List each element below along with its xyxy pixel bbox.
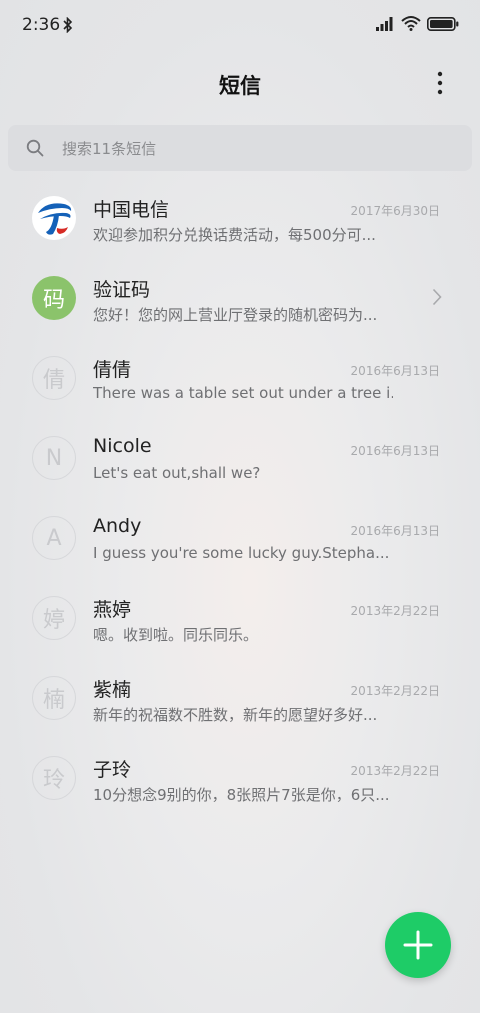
status-time: 2:36 [22,15,61,35]
avatar: 婷 [32,596,76,640]
contact-name: 中国电信 [93,199,170,221]
conversation-item[interactable]: 中国电信 2017年6月30日 欢迎参加积分兑换话费活动，每500分可... [0,178,480,258]
more-vert-icon[interactable] [430,70,450,96]
bluetooth-icon [63,17,73,33]
search-icon [26,139,44,157]
conversation-item[interactable]: 楠 紫楠 2013年2月22日 新年的祝福数不胜数，新年的愿望好多好... [0,658,480,738]
conversation-item[interactable]: 玲 子玲 2013年2月22日 10分想念9别的你，8张照片7张是你，6只... [0,738,480,818]
contact-name: 倩倩 [93,359,132,381]
wifi-icon [401,16,421,31]
conversation-item[interactable]: 倩 倩倩 2016年6月13日 There was a table set ou… [0,338,480,418]
message-date: 2016年6月13日 [350,524,440,538]
avatar: 倩 [32,356,76,400]
conversation-item[interactable]: 婷 燕婷 2013年2月22日 嗯。收到啦。同乐同乐。 [0,578,480,658]
message-preview: 10分想念9别的你，8张照片7张是你，6只... [93,786,390,804]
message-preview: 新年的祝福数不胜数，新年的愿望好多好... [93,706,378,724]
contact-name: Andy [93,515,142,537]
contact-name: 验证码 [93,279,151,301]
avatar: 楠 [32,676,76,720]
avatar: 玲 [32,756,76,800]
battery-icon [427,17,459,31]
contact-name: Nicole [93,435,152,457]
avatar: N [32,436,76,480]
app-bar: 短信 [0,60,480,108]
contact-name: 燕婷 [93,599,132,621]
china-telecom-logo-icon [32,196,76,240]
status-bar: 2:36 [0,0,480,52]
message-preview: There was a table set out under a tree i… [93,384,393,402]
contact-name: 紫楠 [93,679,132,701]
message-preview: I guess you're some lucky guy.Stepha... [93,544,390,562]
avatar: 码 [32,276,76,320]
message-date: 2013年2月22日 [350,604,440,618]
message-date: 2016年6月13日 [350,444,440,458]
avatar [32,196,76,240]
conversation-item[interactable]: N Nicole 2016年6月13日 Let's eat out,shall … [0,418,480,498]
signal-icon [376,17,393,31]
plus-icon [403,930,433,960]
search-input[interactable]: 搜索11条短信 [62,138,156,159]
message-preview: 欢迎参加积分兑换话费活动，每500分可... [93,226,376,244]
avatar: A [32,516,76,560]
message-date: 2016年6月13日 [350,364,440,378]
message-preview: 嗯。收到啦。同乐同乐。 [93,626,259,644]
new-message-button[interactable] [385,912,451,978]
page-title: 短信 [219,74,261,98]
message-date: 2013年2月22日 [350,764,440,778]
message-date: 2013年2月22日 [350,684,440,698]
message-preview: Let's eat out,shall we? [93,464,261,482]
message-preview: 您好！您的网上营业厅登录的随机密码为... [93,306,378,324]
chevron-right-icon [432,288,442,306]
conversation-item[interactable]: 码 验证码 您好！您的网上营业厅登录的随机密码为... [0,258,480,338]
message-date: 2017年6月30日 [350,204,440,218]
conversation-item[interactable]: A Andy 2016年6月13日 I guess you're some lu… [0,498,480,578]
search-bar[interactable]: 搜索11条短信 [8,125,472,171]
contact-name: 子玲 [93,759,132,781]
